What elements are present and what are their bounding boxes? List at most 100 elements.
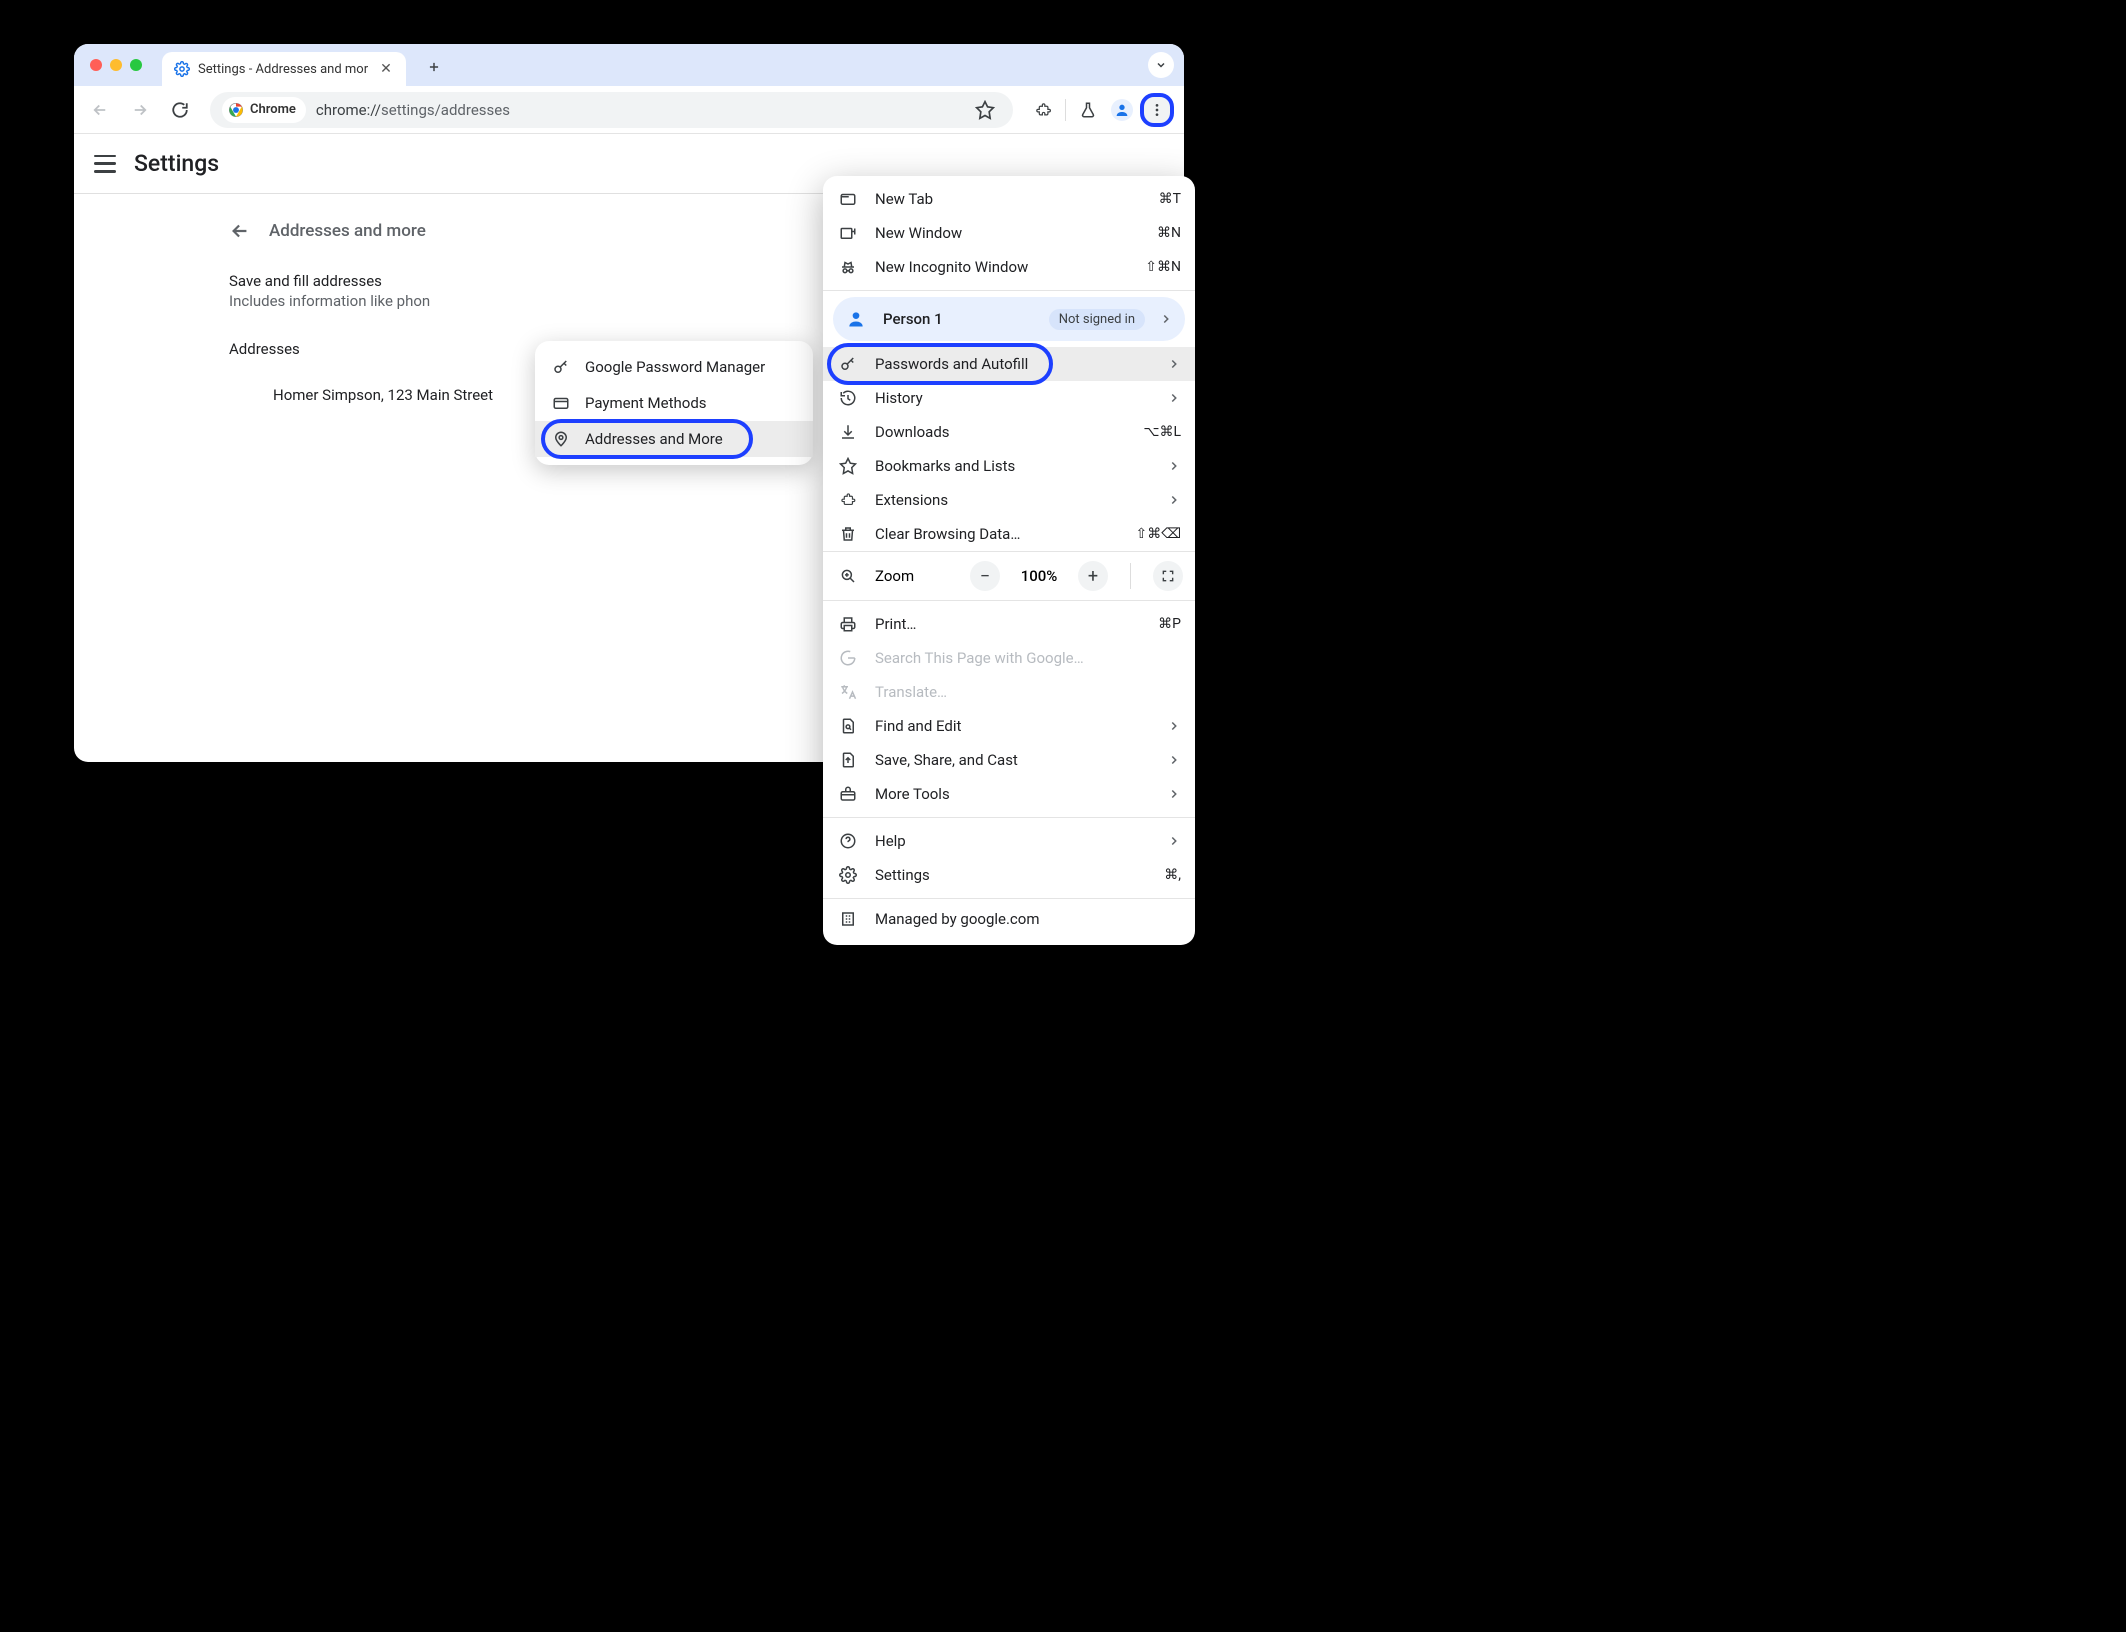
submenu-payment-methods[interactable]: Payment Methods [535,385,813,421]
autofill-submenu: Google Password Manager Payment Methods … [535,341,813,465]
labs-button[interactable] [1072,94,1104,126]
help-icon [837,832,859,850]
chevron-right-icon [1167,357,1181,371]
back-arrow-button[interactable] [229,220,251,242]
window-controls [90,59,142,71]
settings-gear-icon [174,61,190,77]
menu-extensions[interactable]: Extensions [823,483,1195,517]
menu-zoom-row: Zoom − 100% + [823,552,1195,600]
menu-bookmarks[interactable]: Bookmarks and Lists [823,449,1195,483]
chevron-right-icon [1167,493,1181,507]
chrome-main-menu: New Tab ⌘T New Window ⌘N New Incognito W… [823,176,1195,945]
chevron-right-icon [1167,787,1181,801]
menu-clear-data[interactable]: Clear Browsing Data… ⇧⌘⌫ [823,517,1195,551]
magnify-icon [837,567,859,585]
person-icon [843,306,869,332]
tab-title: Settings - Addresses and mor [198,62,368,77]
bookmark-star-button[interactable] [969,94,1001,126]
menu-find-edit[interactable]: Find and Edit [823,709,1195,743]
key-icon [551,358,571,376]
settings-sidebar-spacer [74,194,229,762]
new-tab-button[interactable] [420,53,448,81]
chrome-logo-icon [228,102,244,118]
menu-print[interactable]: Print… ⌘P [823,607,1195,641]
chevron-right-icon [1167,753,1181,767]
hamburger-menu-button[interactable] [94,155,116,173]
chevron-right-icon [1167,834,1181,848]
address-bar[interactable]: Chrome chrome://settings/addresses [210,92,1013,128]
document-search-icon [837,717,859,735]
credit-card-icon [551,394,571,412]
submenu-item-label: Addresses and More [585,430,723,448]
submenu-item-label: Google Password Manager [585,358,765,376]
section-title: Addresses and more [269,221,426,241]
chevron-right-icon [1159,312,1173,326]
toolbox-icon [837,785,859,803]
menu-help[interactable]: Help [823,824,1195,858]
chevron-right-icon [1167,719,1181,733]
minimize-window-button[interactable] [110,59,122,71]
submenu-item-label: Payment Methods [585,394,707,412]
menu-new-tab[interactable]: New Tab ⌘T [823,182,1195,216]
reload-button[interactable] [164,94,196,126]
menu-new-incognito[interactable]: New Incognito Window ⇧⌘N [823,250,1195,284]
site-chip[interactable]: Chrome [222,97,306,123]
toolbar-separator [1065,99,1066,121]
menu-save-share-cast[interactable]: Save, Share, and Cast [823,743,1195,777]
translate-icon [837,683,859,701]
zoom-separator [1130,563,1131,589]
tab-icon [837,190,859,208]
history-icon [837,389,859,407]
browser-window: Settings - Addresses and mor ✕ Chrome [74,44,1184,762]
fullscreen-button[interactable] [1153,561,1183,591]
signin-status-chip: Not signed in [1049,309,1145,330]
key-icon [837,355,859,373]
download-icon [837,423,859,441]
gear-icon [837,866,859,884]
star-icon [837,457,859,475]
menu-profile-row[interactable]: Person 1 Not signed in [833,297,1185,341]
site-chip-label: Chrome [250,102,296,117]
back-button[interactable] [84,94,116,126]
menu-new-window[interactable]: New Window ⌘N [823,216,1195,250]
chrome-menu-button[interactable] [1140,93,1174,127]
print-icon [837,615,859,633]
forward-button[interactable] [124,94,156,126]
incognito-icon [837,258,859,276]
puzzle-icon [837,491,859,509]
menu-passwords-autofill[interactable]: Passwords and Autofill [823,347,1195,381]
close-tab-button[interactable]: ✕ [376,59,396,79]
url-text: chrome://settings/addresses [316,101,510,119]
chevron-right-icon [1167,391,1181,405]
tab-search-button[interactable] [1148,52,1174,78]
submenu-password-manager[interactable]: Google Password Manager [535,349,813,385]
extensions-button[interactable] [1027,94,1059,126]
profile-button[interactable] [1106,94,1138,126]
maximize-window-button[interactable] [130,59,142,71]
close-window-button[interactable] [90,59,102,71]
window-new-icon [837,224,859,242]
menu-search-google: Search This Page with Google… [823,641,1195,675]
menu-downloads[interactable]: Downloads ⌥⌘L [823,415,1195,449]
zoom-in-button[interactable]: + [1078,561,1108,591]
settings-app-title: Settings [134,150,219,177]
zoom-value: 100% [1016,567,1062,585]
menu-settings[interactable]: Settings ⌘, [823,858,1195,892]
submenu-addresses-and-more[interactable]: Addresses and More [535,421,813,457]
menu-translate: Translate… [823,675,1195,709]
google-g-icon [837,649,859,667]
chevron-right-icon [1167,459,1181,473]
browser-toolbar: Chrome chrome://settings/addresses [74,86,1184,134]
tab-strip: Settings - Addresses and mor ✕ [74,44,1184,86]
browser-tab[interactable]: Settings - Addresses and mor ✕ [162,52,406,86]
menu-history[interactable]: History [823,381,1195,415]
zoom-out-button[interactable]: − [970,561,1000,591]
trash-icon [837,525,859,543]
menu-managed-by[interactable]: Managed by google.com [823,899,1195,939]
building-icon [837,910,859,928]
share-file-icon [837,751,859,769]
map-pin-icon [551,430,571,448]
menu-more-tools[interactable]: More Tools [823,777,1195,811]
avatar-icon [1111,99,1133,121]
menu-separator [823,290,1195,291]
